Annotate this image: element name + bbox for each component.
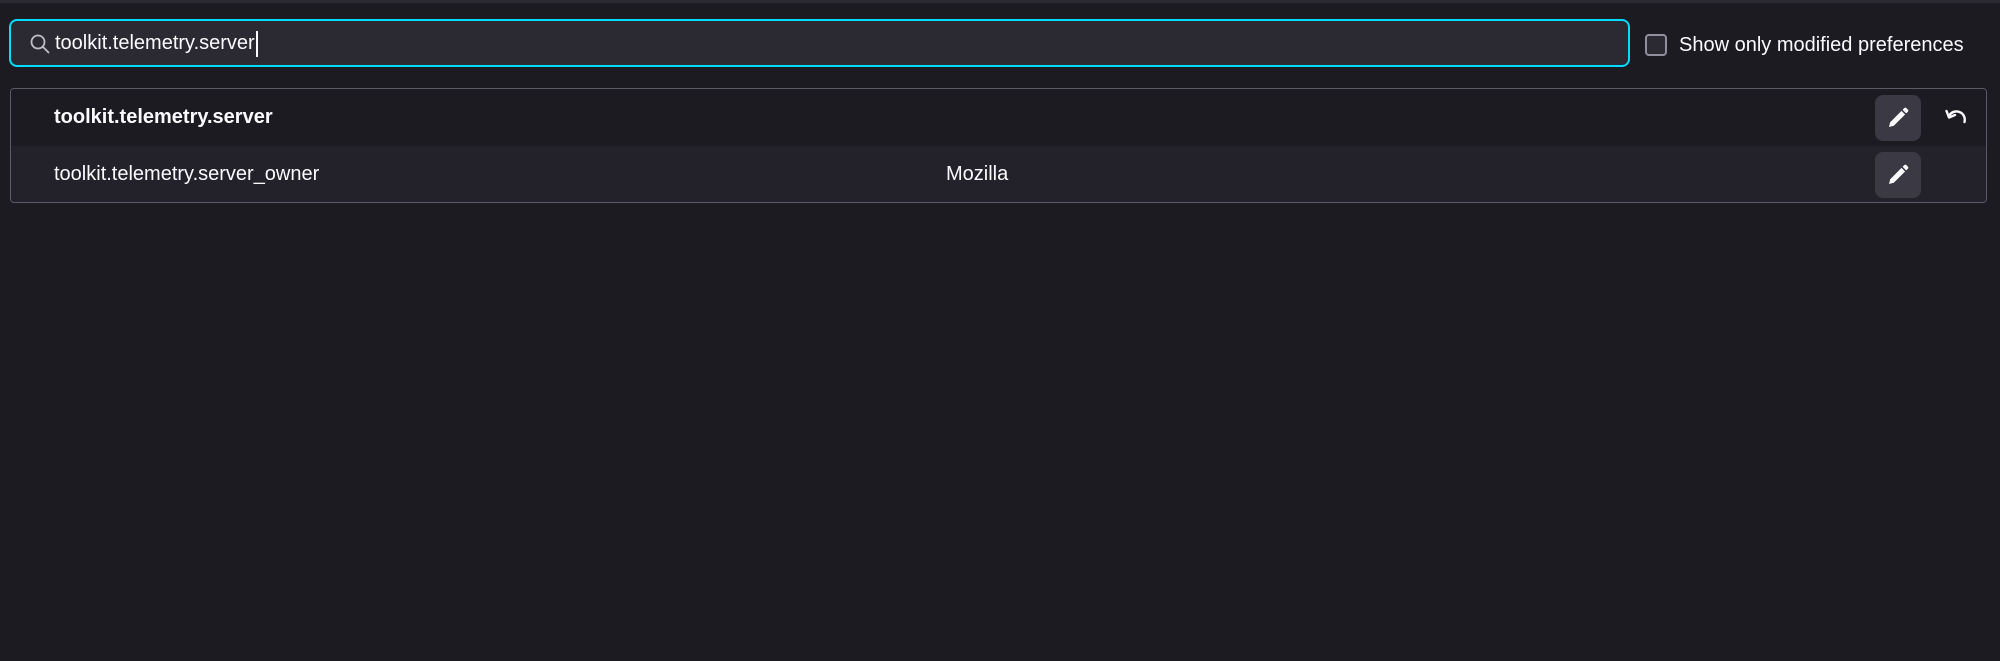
- pref-row: toolkit.telemetry.server: [11, 89, 1986, 146]
- edit-icon: [1889, 164, 1909, 184]
- search-input[interactable]: [55, 23, 1615, 63]
- reset-button[interactable]: [1933, 95, 1979, 141]
- pref-name: toolkit.telemetry.server_owner: [54, 163, 320, 185]
- text-caret: [255, 31, 258, 57]
- search-toolbar: Show only modified preferences: [0, 17, 2000, 73]
- show-modified-label[interactable]: Show only modified preferences: [1679, 32, 1964, 58]
- search-icon: [30, 34, 50, 54]
- edit-icon: [1889, 107, 1909, 127]
- show-modified-checkbox[interactable]: [1645, 34, 1667, 56]
- window-top-edge: [0, 0, 2000, 3]
- preferences-table: toolkit.telemetry.server toolkit.telemet…: [10, 88, 1987, 203]
- pref-name: toolkit.telemetry.server: [54, 106, 273, 128]
- edit-button[interactable]: [1875, 152, 1921, 198]
- reset-icon: [1945, 109, 1966, 124]
- pref-value: Mozilla: [946, 163, 1009, 185]
- pref-row: toolkit.telemetry.server_owner Mozilla: [11, 146, 1986, 202]
- search-box[interactable]: [9, 19, 1630, 67]
- edit-button[interactable]: [1875, 95, 1921, 141]
